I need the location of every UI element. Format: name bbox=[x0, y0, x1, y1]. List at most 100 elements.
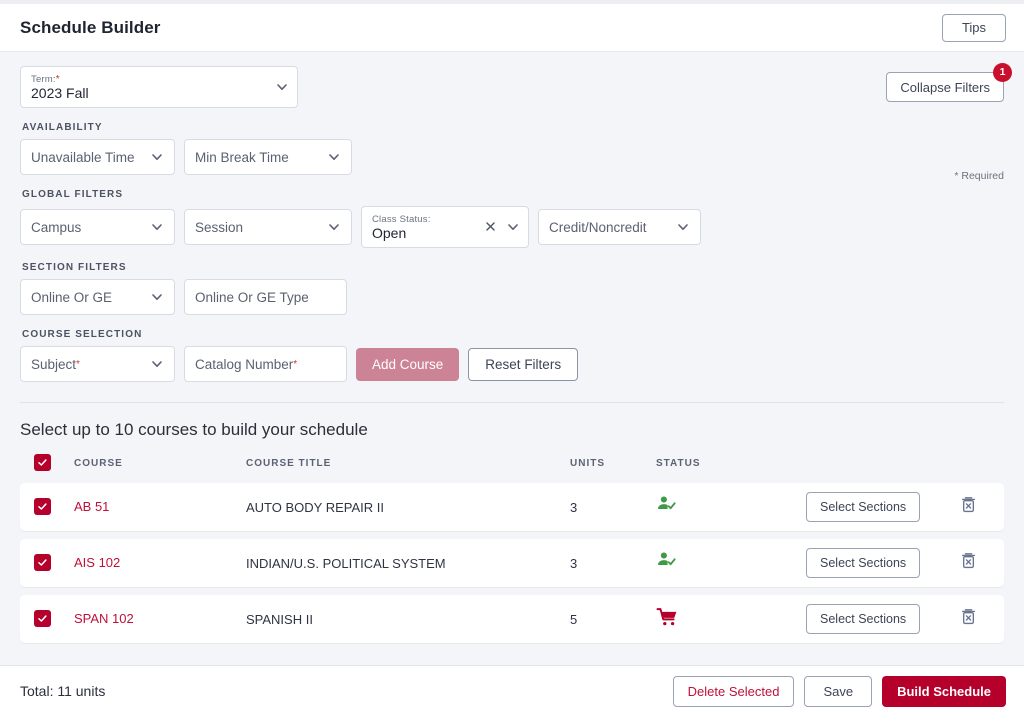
credit-noncredit-select[interactable]: Credit/Noncredit bbox=[538, 209, 701, 245]
course-rows-container: AB 51 AUTO BODY REPAIR II 3 Select Sections… bbox=[20, 483, 1004, 643]
trash-icon bbox=[959, 553, 978, 573]
filter-panel: Term:* 2023 Fall Collapse Filters 1 * Re… bbox=[0, 52, 1024, 386]
tips-button[interactable]: Tips bbox=[942, 13, 1006, 42]
column-header-course-title: COURSE TITLE bbox=[246, 458, 332, 469]
online-or-ge-label: Online Or GE bbox=[31, 289, 113, 305]
session-label: Session bbox=[195, 219, 244, 235]
row-course-code-cell: SPAN 102 bbox=[74, 610, 246, 628]
delete-course-cell bbox=[946, 495, 990, 519]
min-break-time-label: Min Break Time bbox=[195, 149, 289, 165]
row-checkbox[interactable] bbox=[34, 553, 51, 571]
unavailable-time-select[interactable]: Unavailable Time bbox=[20, 139, 175, 175]
delete-selected-button[interactable]: Delete Selected bbox=[672, 675, 795, 707]
column-header-status: STATUS bbox=[656, 458, 701, 469]
catalog-number-input[interactable]: Catalog Number * bbox=[184, 346, 347, 382]
course-units-cell: 3 bbox=[570, 555, 578, 571]
save-button[interactable]: Save bbox=[804, 675, 873, 707]
footer-buttons: Delete Selected Save Build Schedule bbox=[672, 675, 1006, 707]
subject-label: Subject bbox=[31, 356, 77, 372]
table-row: AB 51 AUTO BODY REPAIR II 3 Select Sections bbox=[20, 483, 1004, 531]
trash-icon bbox=[959, 609, 978, 629]
row-course-code-cell: AB 51 bbox=[74, 498, 246, 516]
collapse-filters-wrapper: Collapse Filters 1 bbox=[886, 63, 1012, 102]
select-all-checkbox[interactable] bbox=[34, 454, 51, 471]
term-adornments bbox=[275, 67, 289, 107]
select-sections-cell: Select Sections bbox=[806, 548, 946, 578]
select-sections-button[interactable]: Select Sections bbox=[806, 604, 921, 634]
class-status-select[interactable]: Class Status: Open bbox=[361, 206, 529, 248]
row-course-code-cell: AIS 102 bbox=[74, 554, 246, 572]
delete-course-button[interactable] bbox=[959, 551, 978, 570]
course-table-header: COURSE COURSE TITLE UNITS STATUS bbox=[20, 454, 1004, 483]
page-title: Schedule Builder bbox=[20, 17, 161, 37]
term-label: Term:* bbox=[31, 73, 60, 85]
clear-icon[interactable] bbox=[484, 220, 498, 234]
build-schedule-button[interactable]: Build Schedule bbox=[882, 675, 1006, 707]
online-or-ge-select[interactable]: Online Or GE bbox=[20, 279, 175, 315]
total-units-text: Total: 11 units bbox=[20, 683, 106, 699]
credit-noncredit-label: Credit/Noncredit bbox=[549, 219, 647, 235]
course-selection-row: Subject * Catalog Number * Add Course Rese… bbox=[20, 346, 1004, 382]
chevron-down-icon[interactable] bbox=[150, 220, 164, 234]
term-value: 2023 Fall bbox=[31, 84, 89, 101]
row-select-cell bbox=[34, 609, 74, 629]
table-row: AIS 102 INDIAN/U.S. POLITICAL SYSTEM 3 Sele… bbox=[20, 539, 1004, 587]
chevron-down-icon[interactable] bbox=[327, 150, 341, 164]
row-checkbox[interactable] bbox=[34, 497, 51, 515]
delete-course-button[interactable] bbox=[959, 495, 978, 514]
course-title-cell: SPANISH II bbox=[246, 611, 313, 627]
availability-row: Unavailable Time Min Break Time bbox=[20, 139, 1004, 175]
session-select[interactable]: Session bbox=[184, 209, 352, 245]
campus-select[interactable]: Campus bbox=[20, 209, 175, 245]
course-code-link[interactable]: SPAN 102 bbox=[74, 611, 134, 626]
enrolled-person-check-icon bbox=[656, 550, 806, 576]
course-title-cell: INDIAN/U.S. POLITICAL SYSTEM bbox=[246, 555, 446, 571]
row-checkbox[interactable] bbox=[34, 609, 51, 627]
section-divider bbox=[20, 402, 1004, 403]
course-units-cell: 3 bbox=[570, 499, 578, 515]
collapse-filters-button[interactable]: Collapse Filters bbox=[886, 72, 1004, 102]
trash-icon bbox=[959, 497, 978, 517]
section-filters-heading: SECTION FILTERS bbox=[22, 262, 127, 273]
table-row: SPAN 102 SPANISH II 5 Select Sections bbox=[20, 595, 1004, 643]
online-or-ge-type-input[interactable]: Online Or GE Type bbox=[184, 279, 347, 315]
online-or-ge-type-placeholder: Online Or GE Type bbox=[195, 289, 309, 305]
select-sections-cell: Select Sections bbox=[806, 604, 946, 634]
footer-bar: Total: 11 units Delete Selected Save Bui… bbox=[0, 665, 1024, 716]
section-filters-row: Online Or GE Online Or GE Type bbox=[20, 279, 1004, 315]
chevron-down-icon[interactable] bbox=[676, 220, 690, 234]
column-header-course: COURSE bbox=[74, 458, 123, 469]
select-sections-button[interactable]: Select Sections bbox=[806, 548, 921, 578]
delete-course-cell bbox=[946, 607, 990, 631]
chevron-down-icon[interactable] bbox=[506, 220, 520, 234]
global-filters-row: Campus Session Class Status: Open Credit… bbox=[20, 206, 1004, 248]
min-break-time-select[interactable]: Min Break Time bbox=[184, 139, 352, 175]
select-sections-cell: Select Sections bbox=[806, 492, 946, 522]
term-required-asterisk: * bbox=[55, 73, 60, 85]
global-filters-heading: GLOBAL FILTERS bbox=[22, 189, 124, 200]
campus-label: Campus bbox=[31, 219, 82, 235]
chevron-down-icon[interactable] bbox=[150, 357, 164, 371]
add-course-button[interactable]: Add Course bbox=[356, 347, 460, 381]
row-select-cell bbox=[34, 497, 74, 517]
chevron-down-icon[interactable] bbox=[150, 150, 164, 164]
select-sections-button[interactable]: Select Sections bbox=[806, 492, 921, 522]
course-list-title: Select up to 10 courses to build your sc… bbox=[20, 420, 368, 439]
chevron-down-icon[interactable] bbox=[275, 80, 289, 94]
chevron-down-icon[interactable] bbox=[327, 220, 341, 234]
delete-course-cell bbox=[946, 551, 990, 575]
course-title-cell: AUTO BODY REPAIR II bbox=[246, 499, 384, 515]
column-header-units: UNITS bbox=[570, 458, 605, 469]
reset-filters-button[interactable]: Reset Filters bbox=[468, 347, 579, 381]
subject-select[interactable]: Subject * bbox=[20, 346, 175, 382]
course-list-area: Select up to 10 courses to build your sc… bbox=[0, 420, 1024, 643]
catalog-required-asterisk: * bbox=[293, 358, 298, 370]
course-code-link[interactable]: AB 51 bbox=[74, 499, 109, 514]
chevron-down-icon[interactable] bbox=[150, 290, 164, 304]
unavailable-time-label: Unavailable Time bbox=[31, 149, 135, 165]
term-select[interactable]: Term:* 2023 Fall bbox=[20, 66, 298, 108]
shopping-cart-icon bbox=[656, 606, 806, 633]
delete-course-button[interactable] bbox=[959, 607, 978, 626]
app-header: Schedule Builder Tips bbox=[0, 4, 1024, 52]
course-code-link[interactable]: AIS 102 bbox=[74, 555, 120, 570]
